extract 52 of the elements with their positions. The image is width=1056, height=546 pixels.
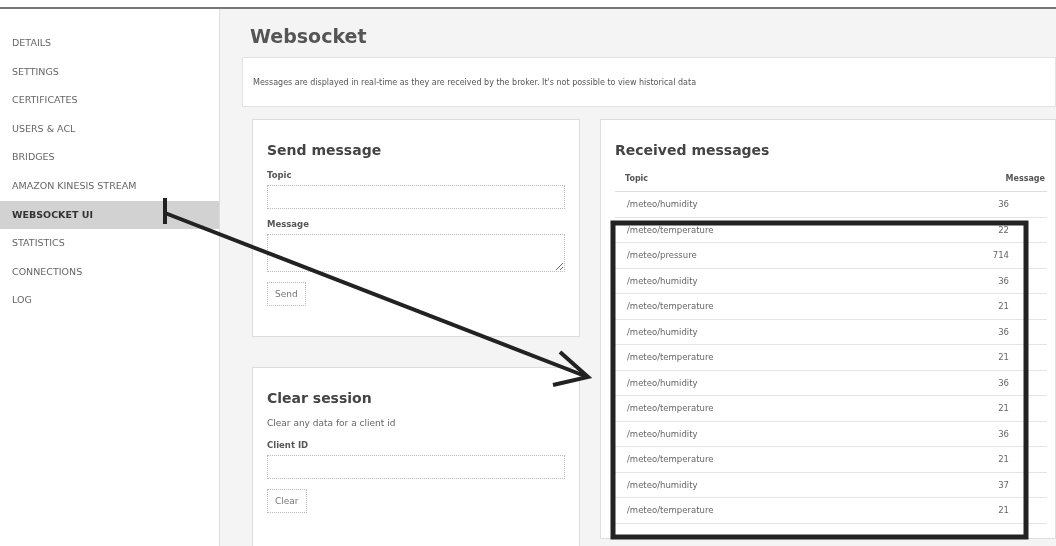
sidebar-item[interactable]: DETAILS	[0, 29, 219, 58]
table-cell: /meteo/temperature	[627, 352, 714, 363]
table-cell: 21	[998, 403, 1009, 414]
table-cell: /meteo/humidity	[627, 199, 698, 210]
table-cell: 22	[998, 224, 1009, 235]
sidebar-item[interactable]: CERTIFICATES	[0, 86, 219, 115]
table-cell: 21	[998, 301, 1009, 312]
table-cell: /meteo/humidity	[627, 479, 698, 490]
column-header: Message	[1005, 174, 1045, 183]
table-cell: /meteo/humidity	[627, 275, 698, 286]
page-title: Websocket	[250, 25, 368, 47]
table-cell: /meteo/temperature	[627, 301, 714, 312]
table-cell: 36	[998, 326, 1009, 337]
table-cell: /meteo/temperature	[627, 403, 714, 414]
sidebar-item[interactable]: BRIDGES	[0, 143, 219, 172]
table-cell: /meteo/humidity	[627, 326, 698, 337]
card-title: Clear session	[267, 390, 372, 406]
table-cell: /meteo/pressure	[627, 250, 697, 261]
table-cell: 21	[998, 505, 1009, 516]
clear-button[interactable]: Clear	[267, 489, 307, 513]
card-description: Clear any data for a client id	[267, 418, 396, 428]
field-label: Topic	[267, 170, 292, 180]
table-cell: 37	[998, 479, 1009, 490]
table-cell: 21	[998, 352, 1009, 363]
table-cell: 21	[998, 454, 1009, 465]
sidebar-item[interactable]: USERS & ACL	[0, 114, 219, 144]
column-header: Topic	[625, 174, 649, 183]
message-textarea[interactable]	[267, 234, 565, 272]
send-button[interactable]: Send	[267, 282, 306, 306]
table-cell: 36	[998, 428, 1009, 439]
table-cell: 36	[998, 275, 1009, 286]
table-cell: 714	[992, 250, 1009, 261]
sidebar-item[interactable]: STATISTICS	[0, 229, 219, 258]
table-cell: /meteo/temperature	[627, 505, 714, 516]
notice-text: Messages are displayed in real-time as they are received by the broker. It's not possible to view historical data	[253, 78, 697, 87]
sidebar-item[interactable]: SETTINGS	[0, 57, 219, 87]
table-cell: 36	[998, 199, 1009, 210]
sidebar-item[interactable]: CONNECTIONS	[0, 257, 219, 287]
table-cell: 36	[998, 377, 1009, 388]
sidebar-item[interactable]: WEBSOCKET UI	[0, 200, 219, 230]
card-title: Received messages	[615, 142, 771, 158]
table-cell: /meteo/humidity	[627, 377, 698, 388]
card-title: Send message	[267, 142, 382, 158]
table-cell: /meteo/temperature	[627, 224, 714, 235]
table-cell: /meteo/humidity	[627, 428, 698, 439]
client-id-input-field[interactable]	[267, 455, 565, 479]
table-cell: /meteo/temperature	[627, 454, 714, 465]
field-label: Client ID	[267, 440, 309, 450]
sidebar-item[interactable]: LOG	[0, 286, 219, 315]
field-label: Message	[267, 219, 309, 229]
sidebar-item[interactable]: AMAZON KINESIS STREAM	[0, 171, 219, 201]
topic-input-field[interactable]	[267, 185, 565, 209]
